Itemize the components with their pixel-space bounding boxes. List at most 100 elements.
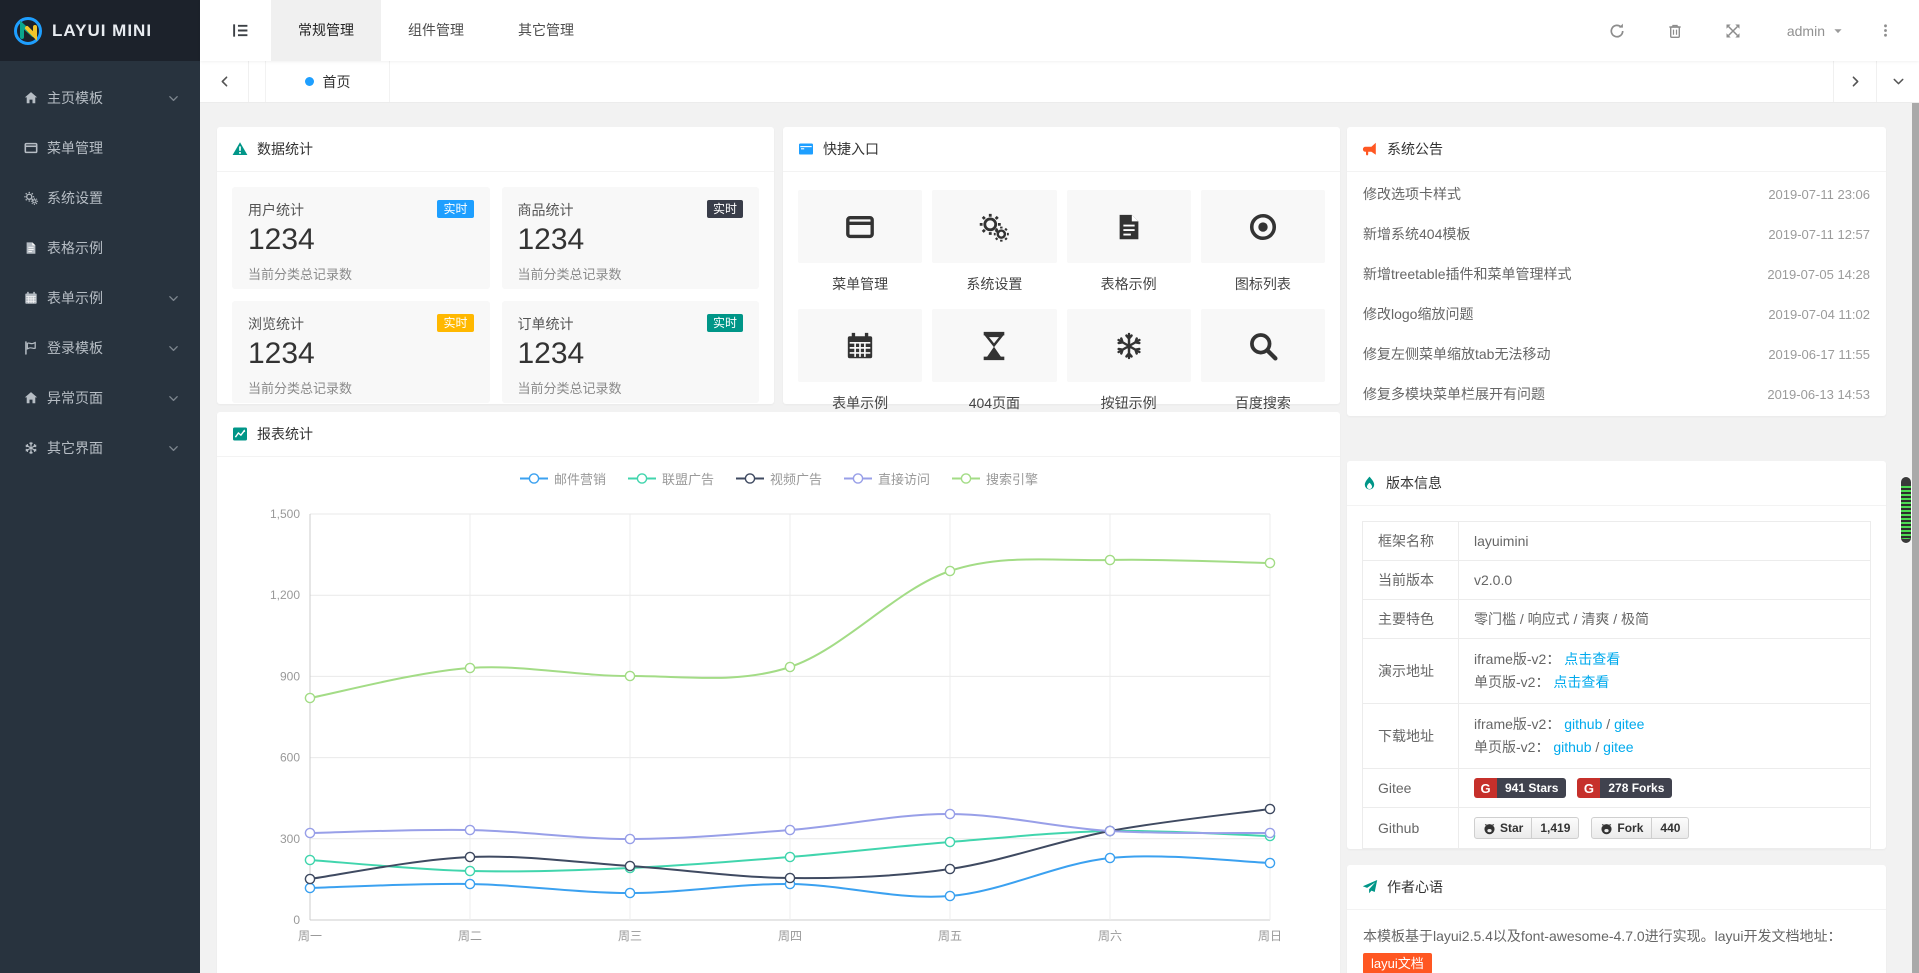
- legend-label: 搜索引擎: [986, 469, 1038, 488]
- link-github[interactable]: github: [1564, 716, 1602, 732]
- data-point[interactable]: [465, 879, 474, 888]
- version-table-wrap: 框架名称layuimini当前版本v2.0.0主要特色零门槛 / 响应式 / 清…: [1347, 506, 1886, 864]
- sidebar-item-other-ui[interactable]: 其它界面: [0, 423, 200, 473]
- collapse-menu-icon[interactable]: [232, 22, 249, 39]
- announcement-row[interactable]: 修复左侧菜单缩放tab无法移动2019-06-17 11:55: [1347, 334, 1886, 374]
- tab-scroll-right-button[interactable]: [1833, 61, 1876, 102]
- legend-item-联盟广告[interactable]: 联盟广告: [627, 469, 714, 488]
- link-github[interactable]: github: [1553, 739, 1591, 755]
- sidebar-item-login-template[interactable]: 登录模板: [0, 323, 200, 373]
- data-point[interactable]: [305, 883, 314, 892]
- sidebar-item-error-page[interactable]: 异常页面: [0, 373, 200, 423]
- data-point[interactable]: [785, 852, 794, 861]
- gitee-badge[interactable]: G278 Forks: [1577, 778, 1672, 798]
- quick-entry-page-404[interactable]: 404页面: [932, 309, 1056, 428]
- github-fork-badge[interactable]: Fork440: [1591, 817, 1689, 839]
- data-point[interactable]: [465, 825, 474, 834]
- announcement-row[interactable]: 修改选项卡样式2019-07-11 23:06: [1347, 174, 1886, 214]
- data-point[interactable]: [625, 834, 634, 843]
- data-point[interactable]: [305, 693, 314, 702]
- link-点击查看[interactable]: 点击查看: [1553, 674, 1609, 690]
- link-gitee[interactable]: gitee: [1603, 739, 1633, 755]
- quick-entry-table-demo[interactable]: 表格示例: [1067, 190, 1191, 309]
- trash-icon[interactable]: [1667, 23, 1683, 39]
- version-row-label: 演示地址: [1363, 639, 1459, 704]
- logo[interactable]: LAYUI MINI: [0, 0, 200, 61]
- version-row-label: 主要特色: [1363, 600, 1459, 639]
- announcement-row[interactable]: 修复多模块菜单栏展开有问题2019-06-13 14:53: [1347, 374, 1886, 414]
- data-point[interactable]: [945, 566, 954, 575]
- sidebar-menu: 主页模板菜单管理系统设置表格示例表单示例登录模板异常页面其它界面: [0, 61, 200, 473]
- quick-entry-baidu-search[interactable]: 百度搜索: [1201, 309, 1325, 428]
- more-menu-icon[interactable]: [1878, 23, 1893, 38]
- quick-entry-button-demo[interactable]: 按钮示例: [1067, 309, 1191, 428]
- user-dropdown[interactable]: admin: [1787, 23, 1844, 39]
- data-point[interactable]: [945, 864, 954, 873]
- tab-scroll-left-button[interactable]: [200, 61, 249, 102]
- version-row-label: Gitee: [1363, 769, 1459, 808]
- version-row-value: Star1,419 Fork440: [1459, 808, 1871, 849]
- data-point[interactable]: [465, 866, 474, 875]
- sidebar-item-form-demo[interactable]: 表单示例: [0, 273, 200, 323]
- data-point[interactable]: [785, 825, 794, 834]
- data-point[interactable]: [945, 837, 954, 846]
- legend-item-直接访问[interactable]: 直接访问: [843, 469, 930, 488]
- data-point[interactable]: [305, 855, 314, 864]
- page-scrollbar-thumb[interactable]: [1901, 477, 1911, 543]
- card-title: 系统公告: [1387, 139, 1443, 159]
- data-point[interactable]: [1265, 858, 1274, 867]
- version-row: 下载地址iframe版-v2： github / gitee单页版-v2： gi…: [1363, 704, 1871, 769]
- quick-entry-menu-manage[interactable]: 菜单管理: [798, 190, 922, 309]
- data-point[interactable]: [305, 874, 314, 883]
- topnav-other[interactable]: 其它管理: [491, 0, 601, 61]
- gitee-badge[interactable]: G941 Stars: [1474, 778, 1566, 798]
- data-point[interactable]: [305, 828, 314, 837]
- quick-entry-system-setting[interactable]: 系统设置: [932, 190, 1056, 309]
- refresh-icon[interactable]: [1609, 23, 1625, 39]
- data-point[interactable]: [465, 663, 474, 672]
- announcement-row[interactable]: 新增系统404模板2019-07-11 12:57: [1347, 214, 1886, 254]
- github-star-badge[interactable]: Star1,419: [1474, 817, 1579, 839]
- data-point[interactable]: [1265, 804, 1274, 813]
- sidebar-item-menu-manage[interactable]: 菜单管理: [0, 123, 200, 173]
- link-gitee[interactable]: gitee: [1614, 716, 1644, 732]
- tab-home[interactable]: 首页: [265, 61, 390, 102]
- sidebar-item-system-setting[interactable]: 系统设置: [0, 173, 200, 223]
- topnav-general[interactable]: 常规管理: [271, 0, 381, 61]
- stat-label: 用户统计: [248, 200, 304, 220]
- quick-entry-form-demo[interactable]: 表单示例: [798, 309, 922, 428]
- window-scrollbar[interactable]: [1912, 0, 1919, 973]
- data-point[interactable]: [625, 888, 634, 897]
- data-point[interactable]: [1265, 828, 1274, 837]
- fullscreen-icon[interactable]: [1725, 23, 1741, 39]
- announcement-row[interactable]: 新增treetable插件和菜单管理样式2019-07-05 14:28: [1347, 254, 1886, 294]
- data-point[interactable]: [1105, 853, 1114, 862]
- data-point[interactable]: [1105, 826, 1114, 835]
- data-point[interactable]: [945, 809, 954, 818]
- topnav-component[interactable]: 组件管理: [381, 0, 491, 61]
- quick-entry-label: 按钮示例: [1067, 393, 1191, 413]
- layui-doc-badge[interactable]: layui文档: [1363, 953, 1432, 973]
- realtime-badge: 实时: [707, 200, 743, 218]
- content: 数据统计 用户统计实时1234当前分类总记录数商品统计实时1234当前分类总记录…: [200, 103, 1919, 973]
- data-point[interactable]: [785, 873, 794, 882]
- announcement-row[interactable]: 修改logo缩放问题2019-07-04 11:02: [1347, 294, 1886, 334]
- quick-entry-icon-list[interactable]: 图标列表: [1201, 190, 1325, 309]
- sidebar-item-home-template[interactable]: 主页模板: [0, 73, 200, 123]
- data-point[interactable]: [625, 671, 634, 680]
- legend-item-搜索引擎[interactable]: 搜索引擎: [951, 469, 1038, 488]
- data-point[interactable]: [1105, 555, 1114, 564]
- legend-item-邮件营销[interactable]: 邮件营销: [519, 469, 606, 488]
- link-点击查看[interactable]: 点击查看: [1564, 651, 1620, 667]
- card-title: 快捷入口: [823, 139, 879, 159]
- data-point[interactable]: [465, 852, 474, 861]
- data-point[interactable]: [1265, 558, 1274, 567]
- legend-item-视频广告[interactable]: 视频广告: [735, 469, 822, 488]
- tab-operations-button[interactable]: [1876, 61, 1919, 102]
- hourglass-icon: [932, 309, 1056, 382]
- data-point[interactable]: [625, 861, 634, 870]
- x-axis-tick: 周一: [298, 929, 322, 943]
- data-point[interactable]: [945, 891, 954, 900]
- sidebar-item-table-demo[interactable]: 表格示例: [0, 223, 200, 273]
- data-point[interactable]: [785, 662, 794, 671]
